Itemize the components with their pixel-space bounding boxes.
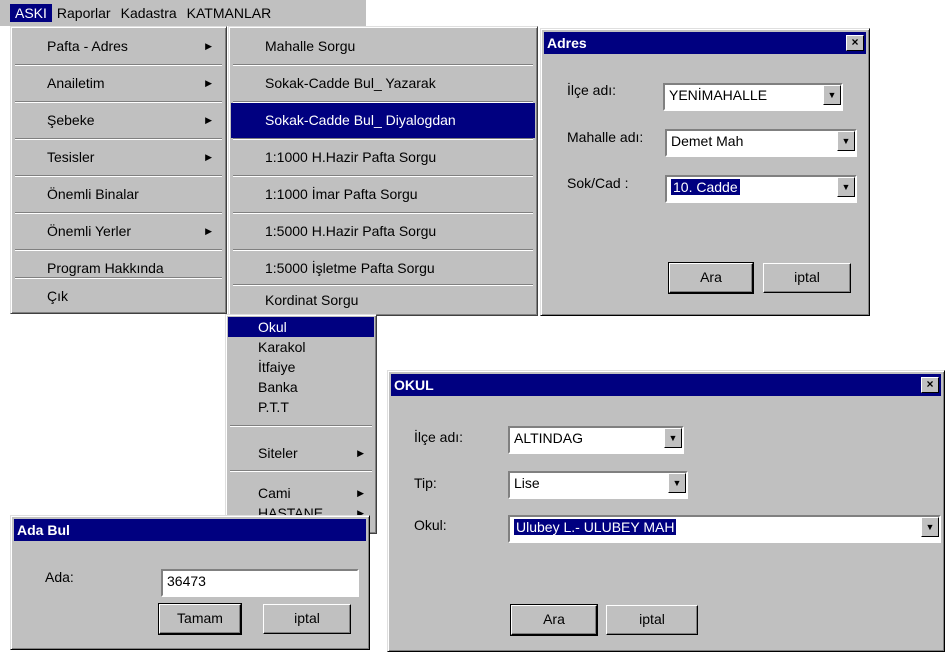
menu-item-5000-hazir[interactable]: 1:5000 H.Hazir Pafta Sorgu (231, 214, 535, 249)
menu-item-siteler[interactable]: Siteler ▶ (228, 443, 374, 463)
chevron-down-icon[interactable]: ▼ (668, 473, 686, 493)
menu-item-sokak-yazarak[interactable]: Sokak-Cadde Bul_ Yazarak (231, 66, 535, 101)
submenu-arrow-icon: ▶ (205, 226, 212, 236)
menu-kadastra[interactable]: Kadastra (116, 4, 182, 22)
menu-item-tesisler[interactable]: Tesisler ▶ (13, 140, 224, 175)
adres-titlebar: Adres × (544, 32, 866, 54)
menu-item-karakol[interactable]: Karakol (228, 337, 374, 357)
ilce-select[interactable]: YENİMAHALLE ▼ (663, 83, 843, 111)
mahalle-label: Mahalle adı: (567, 129, 644, 145)
okul-iptal-button[interactable]: iptal (606, 605, 698, 635)
chevron-down-icon[interactable]: ▼ (921, 517, 939, 537)
okul-ilce-label: İlçe adı: (414, 429, 464, 445)
okul-label: Okul: (414, 517, 447, 533)
tamam-button[interactable]: Tamam (158, 603, 242, 635)
tip-label: Tip: (414, 475, 437, 491)
pafta-adres-submenu: Mahalle Sorgu Sokak-Cadde Bul_ Yazarak S… (228, 26, 538, 316)
ilce-label: İlçe adı: (567, 82, 617, 98)
separator (230, 425, 372, 427)
menu-item-okul[interactable]: Okul (228, 317, 374, 337)
chevron-down-icon[interactable]: ▼ (664, 428, 682, 448)
menu-item-5000-isletme[interactable]: 1:5000 İşletme Pafta Sorgu (231, 251, 535, 286)
submenu-arrow-icon: ▶ (205, 78, 212, 88)
okul-dialog: OKUL × İlçe adı: ALTINDAG ▼ Tip: Lise ▼ … (387, 370, 945, 652)
iptal-button[interactable]: iptal (263, 604, 351, 634)
menu-item-itfaiye[interactable]: İtfaiye (228, 357, 374, 377)
menu-item-1000-hazir[interactable]: 1:1000 H.Hazir Pafta Sorgu (231, 140, 535, 175)
menu-item-kordinat-sorgu[interactable]: Kordinat Sorgu (231, 286, 535, 314)
menu-item-banka[interactable]: Banka (228, 377, 374, 397)
menu-item-mahalle-sorgu[interactable]: Mahalle Sorgu (231, 29, 535, 64)
onemli-yerler-submenu: Okul Karakol İtfaiye Banka P.T.T Siteler… (225, 314, 377, 534)
submenu-arrow-icon: ▶ (205, 152, 212, 162)
menu-item-sokak-diyalogdan[interactable]: Sokak-Cadde Bul_ Diyalogdan (231, 103, 535, 138)
submenu-arrow-icon: ▶ (357, 488, 364, 498)
menu-bar: ASKI Raporlar Kadastra KATMANLAR (0, 0, 366, 26)
submenu-arrow-icon: ▶ (205, 115, 212, 125)
chevron-down-icon[interactable]: ▼ (837, 131, 855, 151)
close-icon[interactable]: × (846, 35, 864, 51)
ada-bul-dialog: Ada Bul Ada: 36473 Tamam iptal (10, 515, 370, 650)
menu-aski[interactable]: ASKI (10, 4, 52, 22)
menu-item-1000-imar[interactable]: 1:1000 İmar Pafta Sorgu (231, 177, 535, 212)
sokak-label: Sok/Cad : (567, 175, 629, 191)
ada-titlebar: Ada Bul (14, 519, 366, 541)
aski-menu: Pafta - Adres ▶ Anailetim ▶ Şebeke ▶ Tesisl… (10, 26, 227, 314)
adres-dialog: Adres × İlçe adı: YENİMAHALLE ▼ Mahalle … (540, 28, 870, 316)
okul-ilce-select[interactable]: ALTINDAG ▼ (508, 426, 684, 454)
ada-label: Ada: (45, 569, 74, 585)
menu-item-cami[interactable]: Cami ▶ (228, 483, 374, 503)
ada-title: Ada Bul (17, 522, 70, 538)
submenu-arrow-icon: ▶ (357, 448, 364, 458)
ara-button[interactable]: Ara (668, 262, 754, 294)
menu-item-cik[interactable]: Çık (13, 279, 224, 314)
adres-title: Adres (547, 35, 587, 51)
chevron-down-icon[interactable]: ▼ (823, 85, 841, 105)
separator (230, 470, 372, 472)
okul-ara-button[interactable]: Ara (510, 604, 598, 636)
okul-title: OKUL (394, 377, 434, 393)
mahalle-select[interactable]: Demet Mah ▼ (665, 129, 857, 157)
okul-titlebar: OKUL × (391, 374, 941, 396)
close-icon[interactable]: × (921, 377, 939, 393)
chevron-down-icon[interactable]: ▼ (837, 177, 855, 197)
ada-input[interactable]: 36473 (161, 569, 359, 597)
menu-item-onemli-binalar[interactable]: Önemli Binalar (13, 177, 224, 212)
menu-katmanlar[interactable]: KATMANLAR (182, 4, 277, 22)
menu-item-sebeke[interactable]: Şebeke ▶ (13, 103, 224, 138)
menu-item-ptt[interactable]: P.T.T (228, 397, 374, 417)
menu-item-pafta-adres[interactable]: Pafta - Adres ▶ (13, 29, 224, 64)
menu-item-onemli-yerler[interactable]: Önemli Yerler ▶ (13, 214, 224, 249)
sokak-select[interactable]: 10. Cadde ▼ (665, 175, 857, 203)
menu-raporlar[interactable]: Raporlar (52, 4, 116, 22)
menu-item-anailetim[interactable]: Anailetim ▶ (13, 66, 224, 101)
okul-select[interactable]: Ulubey L.- ULUBEY MAH ▼ (508, 515, 941, 543)
tip-select[interactable]: Lise ▼ (508, 471, 688, 499)
submenu-arrow-icon: ▶ (205, 41, 212, 51)
iptal-button[interactable]: iptal (763, 263, 851, 293)
